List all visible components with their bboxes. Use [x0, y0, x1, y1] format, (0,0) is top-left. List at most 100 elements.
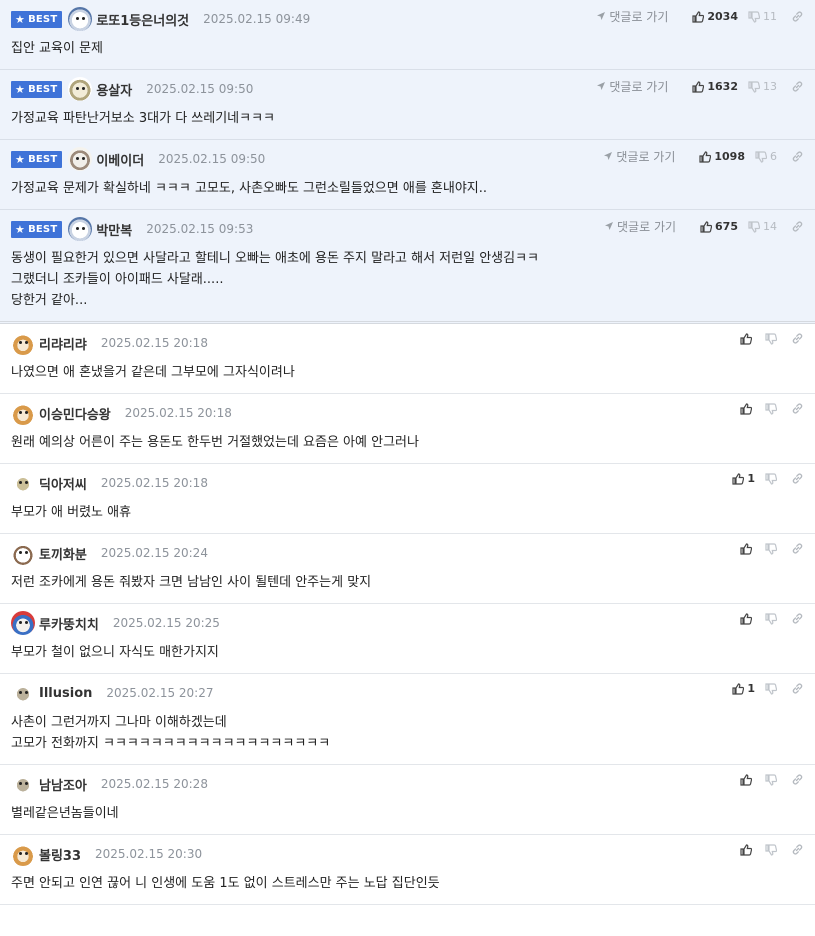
upvote-button[interactable] — [740, 612, 755, 625]
thumbs-down-icon — [748, 10, 760, 23]
avatar[interactable] — [11, 331, 35, 355]
comment-meta: 토끼화분 2025.02.15 20:24 — [11, 534, 804, 572]
comment-date: 2025.02.15 20:18 — [100, 336, 208, 350]
link-icon[interactable] — [791, 10, 804, 23]
thumbs-up-icon — [692, 10, 705, 23]
thumbs-down-icon — [765, 773, 777, 786]
downvote-button[interactable]: 14 — [748, 220, 777, 233]
upvote-button[interactable] — [740, 773, 755, 786]
nickname[interactable]: Illusion — [39, 686, 92, 701]
avatar[interactable] — [68, 147, 93, 171]
avatar[interactable] — [68, 217, 93, 241]
link-icon[interactable] — [791, 402, 804, 415]
star-icon: ★ — [15, 12, 26, 26]
avatar[interactable] — [11, 401, 35, 425]
downvote-button[interactable] — [765, 332, 777, 345]
goto-comment-label: 댓글로 가기 — [609, 80, 669, 94]
upvote-count: 1098 — [714, 150, 745, 163]
downvote-button[interactable]: 11 — [748, 10, 777, 23]
comment: 볼링33 2025.02.15 20:30 주면 안되고 인연 끊어 니 인생에 도… — [0, 835, 815, 905]
avatar[interactable] — [11, 842, 35, 866]
downvote-button[interactable] — [765, 402, 777, 415]
thumbs-down-icon — [748, 220, 760, 233]
comment-date: 2025.02.15 20:18 — [100, 476, 208, 490]
upvote-button[interactable]: 2034 — [692, 10, 738, 23]
comment-text: 부모가 철이 없으니 자식도 매한가지지 — [11, 645, 219, 660]
goto-comment-link[interactable]: 댓글로 가기 — [604, 218, 676, 235]
comment-meta: 이승민다승왕 2025.02.15 20:18 — [11, 394, 804, 432]
thumbs-down-icon — [765, 843, 777, 856]
downvote-button[interactable] — [765, 773, 777, 786]
goto-comment-link[interactable]: 댓글로 가기 — [596, 8, 668, 25]
nickname[interactable]: 용살자 — [96, 80, 132, 99]
upvote-button[interactable] — [740, 843, 755, 856]
nickname[interactable]: 볼링33 — [39, 845, 81, 864]
upvote-button[interactable] — [740, 402, 755, 415]
upvote-button[interactable]: 1098 — [699, 150, 745, 163]
nickname[interactable]: 토끼화분 — [39, 544, 87, 563]
link-icon[interactable] — [791, 150, 804, 163]
goto-arrow-icon — [596, 10, 609, 24]
avatar[interactable] — [11, 541, 35, 565]
comment-date: 2025.02.15 20:28 — [100, 777, 208, 791]
downvote-button[interactable] — [765, 612, 777, 625]
link-icon[interactable] — [791, 843, 804, 856]
goto-comment-label: 댓글로 가기 — [616, 150, 676, 164]
nickname[interactable]: 리랴리랴 — [39, 334, 87, 353]
goto-arrow-icon — [604, 220, 617, 234]
comment-actions: 댓글로 가기 1632 13 — [596, 78, 804, 95]
nickname[interactable]: 이승민다승왕 — [39, 404, 111, 423]
nickname[interactable]: 딕아저씨 — [39, 474, 87, 493]
avatar[interactable] — [11, 772, 35, 796]
link-icon[interactable] — [791, 773, 804, 786]
link-icon[interactable] — [791, 682, 804, 695]
upvote-button[interactable]: 1 — [732, 472, 755, 485]
upvote-count: 1 — [747, 682, 755, 695]
thumbs-up-icon — [692, 80, 705, 93]
downvote-button[interactable] — [765, 542, 777, 555]
avatar[interactable] — [11, 611, 35, 635]
downvote-button[interactable] — [765, 843, 777, 856]
best-comment: ★ BEST 이베이더 2025.02.15 09:50 댓글로 가기 1098 6 가정교육… — [0, 140, 815, 210]
downvote-button[interactable] — [765, 472, 777, 485]
thumbs-up-icon — [700, 220, 713, 233]
avatar[interactable] — [68, 7, 93, 31]
nickname[interactable]: 로또1등은너의것 — [96, 10, 189, 29]
upvote-button[interactable]: 675 — [700, 220, 738, 233]
upvote-button[interactable] — [740, 542, 755, 555]
avatar[interactable] — [68, 77, 93, 101]
best-badge-label: BEST — [28, 153, 58, 165]
comment-actions — [730, 843, 804, 856]
link-icon[interactable] — [791, 612, 804, 625]
nickname[interactable]: 이베이더 — [96, 150, 144, 169]
comment-text: 저런 조카에게 용돈 줘봤자 크면 남남인 사이 될텐데 안주는게 맞지 — [11, 575, 372, 590]
nickname[interactable]: 남남조아 — [39, 775, 87, 794]
avatar[interactable] — [11, 471, 35, 495]
upvote-button[interactable]: 1632 — [692, 80, 738, 93]
nickname[interactable]: 루카뚱치치 — [39, 614, 99, 633]
upvote-button[interactable] — [740, 332, 755, 345]
nickname[interactable]: 박만복 — [96, 220, 132, 239]
goto-comment-link[interactable]: 댓글로 가기 — [596, 78, 668, 95]
comment-text: 집안 교육이 문제 — [11, 41, 103, 56]
downvote-button[interactable]: 13 — [748, 80, 777, 93]
link-icon[interactable] — [791, 220, 804, 233]
thumbs-down-icon — [755, 150, 767, 163]
link-icon[interactable] — [791, 332, 804, 345]
link-icon[interactable] — [791, 542, 804, 555]
downvote-button[interactable]: 6 — [755, 150, 777, 163]
thumbs-down-icon — [765, 542, 777, 555]
comment-list: ★ BEST 로또1등은너의것 2025.02.15 09:49 댓글로 가기 2034 1… — [0, 0, 815, 905]
avatar[interactable] — [11, 681, 35, 705]
comment-date: 2025.02.15 20:18 — [124, 406, 232, 420]
comment: 남남조아 2025.02.15 20:28 별레같은년놈들이네 — [0, 765, 815, 835]
comment-text: 주면 안되고 인연 끊어 니 인생에 도움 1도 없이 스트레스만 주는 노답 … — [11, 876, 440, 891]
link-icon[interactable] — [791, 80, 804, 93]
comment-actions: 댓글로 가기 675 14 — [604, 218, 804, 235]
downvote-button[interactable] — [765, 682, 777, 695]
comment-date: 2025.02.15 20:25 — [112, 616, 220, 630]
best-badge-label: BEST — [28, 83, 58, 95]
goto-comment-link[interactable]: 댓글로 가기 — [603, 148, 675, 165]
upvote-button[interactable]: 1 — [732, 682, 755, 695]
link-icon[interactable] — [791, 472, 804, 485]
